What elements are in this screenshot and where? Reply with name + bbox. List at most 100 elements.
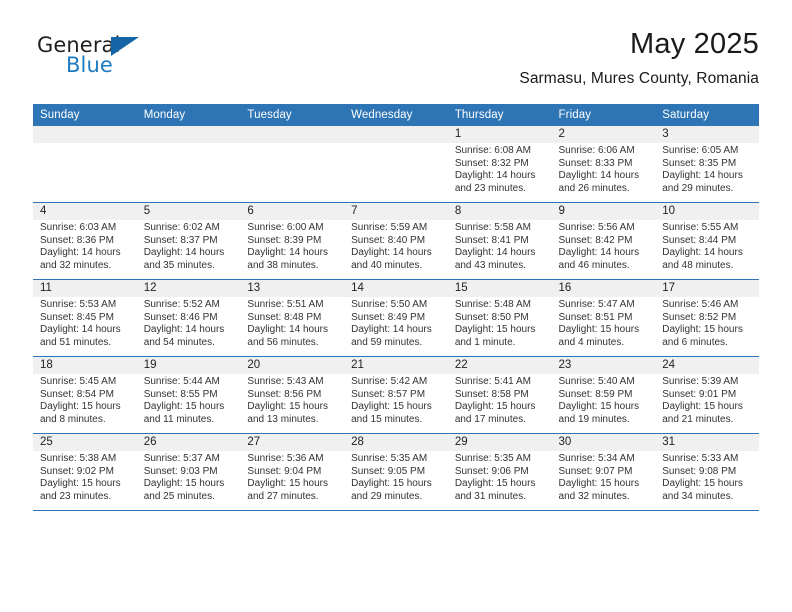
calendar-day-cell-empty	[136, 126, 241, 203]
calendar-grid: Sunday Monday Tuesday Wednesday Thursday…	[33, 104, 759, 511]
calendar-day-cell[interactable]: 28 Sunrise: 5:35 AM Sunset: 9:05 PM Dayligh…	[344, 433, 448, 511]
day-cell-inner: 3 Sunrise: 6:05 AM Sunset: 8:35 PM Daylight…	[655, 126, 759, 202]
calendar-day-cell[interactable]: 9 Sunrise: 5:56 AM Sunset: 8:42 PM Daylight…	[551, 202, 656, 280]
sunset-text: Sunset: 8:58 PM	[454, 388, 529, 400]
sunset-text: Sunset: 8:55 PM	[143, 388, 218, 400]
calendar-day-cell[interactable]: 26 Sunrise: 5:37 AM Sunset: 9:03 PM Dayligh…	[136, 433, 241, 511]
calendar-day-cell[interactable]: 27 Sunrise: 5:36 AM Sunset: 9:04 PM Dayligh…	[240, 433, 345, 511]
day-details: Sunrise: 6:03 AM Sunset: 8:36 PM Daylight:…	[40, 222, 134, 272]
day-details: Sunrise: 5:40 AM Sunset: 8:59 PM Daylight:…	[559, 376, 653, 426]
day-number: 21	[351, 359, 364, 371]
page-title: May 2025	[630, 28, 759, 60]
calendar-day-cell[interactable]: 12 Sunrise: 5:52 AM Sunset: 8:46 PM Dayligh…	[136, 279, 241, 357]
day-details: Sunrise: 5:43 AM Sunset: 8:56 PM Daylight:…	[247, 376, 341, 426]
calendar-day-cell[interactable]: 23 Sunrise: 5:40 AM Sunset: 8:59 PM Dayligh…	[551, 356, 656, 434]
sunrise-text: Sunrise: 5:53 AM	[40, 299, 117, 310]
daylight-text-line2: and 19 minutes.	[558, 413, 630, 425]
day-number: 18	[40, 359, 53, 371]
sunrise-text: Sunrise: 5:47 AM	[558, 299, 635, 310]
calendar-day-cell[interactable]: 30 Sunrise: 5:34 AM Sunset: 9:07 PM Dayligh…	[551, 433, 656, 511]
sunset-text: Sunset: 9:08 PM	[662, 465, 737, 477]
day-cell-inner: 12 Sunrise: 5:52 AM Sunset: 8:46 PM Dayligh…	[136, 280, 241, 356]
day-number: 6	[247, 205, 254, 217]
sunrise-text: Sunrise: 5:42 AM	[351, 376, 428, 387]
daylight-text-line2: and 23 minutes.	[454, 182, 526, 194]
day-cell-inner: 16 Sunrise: 5:47 AM Sunset: 8:51 PM Dayligh…	[551, 280, 656, 356]
day-number: 16	[558, 282, 572, 294]
day-details: Sunrise: 6:00 AM Sunset: 8:39 PM Daylight:…	[247, 222, 341, 272]
daylight-text-line1: Daylight: 14 hours	[351, 247, 432, 259]
daylight-text-line1: Daylight: 14 hours	[351, 324, 432, 336]
sunrise-text: Sunrise: 5:52 AM	[143, 299, 220, 310]
calendar-day-cell[interactable]: 29 Sunrise: 5:35 AM Sunset: 9:06 PM Dayligh…	[447, 433, 552, 511]
weekday-header-wednesday: Wednesday	[344, 104, 448, 126]
generalblue-logo[interactable]: General Blue	[37, 33, 217, 85]
calendar-day-cell[interactable]: 8 Sunrise: 5:58 AM Sunset: 8:41 PM Daylight…	[447, 202, 552, 280]
day-details: Sunrise: 5:44 AM Sunset: 8:55 PM Daylight:…	[144, 376, 238, 426]
day-number: 30	[558, 436, 572, 448]
sunset-text: Sunset: 8:41 PM	[454, 234, 529, 246]
calendar-day-cell[interactable]: 16 Sunrise: 5:47 AM Sunset: 8:51 PM Dayligh…	[551, 279, 656, 357]
calendar-day-cell[interactable]: 7 Sunrise: 5:59 AM Sunset: 8:40 PM Daylight…	[344, 202, 448, 280]
day-number: 12	[143, 282, 157, 294]
calendar-day-cell[interactable]: 2 Sunrise: 6:06 AM Sunset: 8:33 PM Daylight…	[551, 126, 656, 203]
day-details: Sunrise: 5:42 AM Sunset: 8:57 PM Daylight:…	[351, 376, 445, 426]
calendar-day-cell[interactable]: 31 Sunrise: 5:33 AM Sunset: 9:08 PM Dayligh…	[655, 433, 759, 511]
calendar-day-cell[interactable]: 5 Sunrise: 6:02 AM Sunset: 8:37 PM Daylight…	[136, 202, 241, 280]
calendar-day-cell[interactable]: 6 Sunrise: 6:00 AM Sunset: 8:39 PM Daylight…	[240, 202, 345, 280]
daylight-text-line1: Daylight: 15 hours	[558, 401, 640, 413]
calendar-day-cell[interactable]: 22 Sunrise: 5:41 AM Sunset: 8:58 PM Dayligh…	[447, 356, 552, 434]
daylight-text-line1: Daylight: 15 hours	[558, 478, 640, 490]
sunrise-text: Sunrise: 5:35 AM	[454, 453, 531, 464]
daylight-text-line2: and 29 minutes.	[662, 182, 734, 194]
day-details: Sunrise: 5:50 AM Sunset: 8:49 PM Daylight:…	[351, 299, 445, 349]
calendar-day-cell[interactable]: 19 Sunrise: 5:44 AM Sunset: 8:55 PM Dayligh…	[136, 356, 241, 434]
daylight-text-line1: Daylight: 15 hours	[662, 478, 743, 490]
daylight-text-line1: Daylight: 14 hours	[454, 170, 536, 182]
calendar-day-cell[interactable]: 24 Sunrise: 5:39 AM Sunset: 9:01 PM Dayligh…	[655, 356, 759, 434]
sunset-text: Sunset: 8:35 PM	[662, 157, 737, 169]
sunset-text: Sunset: 8:46 PM	[143, 311, 218, 323]
sunset-text: Sunset: 9:01 PM	[662, 388, 737, 400]
daylight-text-line1: Daylight: 14 hours	[143, 324, 225, 336]
sunset-text: Sunset: 8:54 PM	[40, 388, 114, 400]
calendar-week-row: 4 Sunrise: 6:03 AM Sunset: 8:36 PM Daylight…	[33, 202, 759, 280]
sunrise-text: Sunrise: 6:03 AM	[40, 222, 117, 233]
calendar-day-cell[interactable]: 14 Sunrise: 5:50 AM Sunset: 8:49 PM Dayligh…	[344, 279, 448, 357]
calendar-day-cell[interactable]: 3 Sunrise: 6:05 AM Sunset: 8:35 PM Daylight…	[655, 126, 759, 203]
calendar-day-cell[interactable]: 17 Sunrise: 5:46 AM Sunset: 8:52 PM Dayligh…	[655, 279, 759, 357]
day-cell-inner: 10 Sunrise: 5:55 AM Sunset: 8:44 PM Dayligh…	[655, 203, 759, 279]
day-cell-inner: 28 Sunrise: 5:35 AM Sunset: 9:05 PM Dayligh…	[344, 434, 448, 510]
day-cell-inner: 5 Sunrise: 6:02 AM Sunset: 8:37 PM Daylight…	[136, 203, 241, 279]
page-footer-spacer	[33, 575, 759, 576]
calendar-day-cell[interactable]: 15 Sunrise: 5:48 AM Sunset: 8:50 PM Dayligh…	[447, 279, 552, 357]
day-cell-inner	[136, 126, 241, 202]
calendar-day-cell[interactable]: 13 Sunrise: 5:51 AM Sunset: 8:48 PM Dayligh…	[240, 279, 345, 357]
day-cell-inner: 4 Sunrise: 6:03 AM Sunset: 8:36 PM Daylight…	[33, 203, 137, 279]
daylight-text-line2: and 26 minutes.	[558, 182, 630, 194]
day-cell-inner: 22 Sunrise: 5:41 AM Sunset: 8:58 PM Dayligh…	[447, 357, 552, 433]
daylight-text-line1: Daylight: 14 hours	[247, 247, 329, 259]
calendar-day-cell[interactable]: 20 Sunrise: 5:43 AM Sunset: 8:56 PM Dayligh…	[240, 356, 345, 434]
daylight-text-line1: Daylight: 14 hours	[247, 324, 329, 336]
daylight-text-line2: and 35 minutes.	[143, 259, 215, 271]
sunset-text: Sunset: 8:45 PM	[40, 311, 114, 323]
calendar-day-cell[interactable]: 10 Sunrise: 5:55 AM Sunset: 8:44 PM Dayligh…	[655, 202, 759, 280]
calendar-day-cell[interactable]: 18 Sunrise: 5:45 AM Sunset: 8:54 PM Dayligh…	[33, 356, 137, 434]
calendar-day-cell-empty	[344, 126, 448, 203]
day-cell-inner: 8 Sunrise: 5:58 AM Sunset: 8:41 PM Daylight…	[447, 203, 552, 279]
sunrise-text: Sunrise: 5:41 AM	[454, 376, 531, 387]
sunrise-text: Sunrise: 5:38 AM	[40, 453, 117, 464]
calendar-day-cell[interactable]: 25 Sunrise: 5:38 AM Sunset: 9:02 PM Dayligh…	[33, 433, 137, 511]
calendar-day-cell[interactable]: 4 Sunrise: 6:03 AM Sunset: 8:36 PM Daylight…	[33, 202, 137, 280]
day-number: 23	[558, 359, 572, 371]
calendar-week-row: 25 Sunrise: 5:38 AM Sunset: 9:02 PM Dayligh…	[33, 433, 759, 511]
day-number-band	[344, 126, 448, 143]
sunset-text: Sunset: 8:50 PM	[454, 311, 529, 323]
calendar-day-cell[interactable]: 21 Sunrise: 5:42 AM Sunset: 8:57 PM Dayligh…	[344, 356, 448, 434]
day-number: 13	[247, 282, 261, 294]
calendar-day-cell[interactable]: 1 Sunrise: 6:08 AM Sunset: 8:32 PM Daylight…	[447, 126, 552, 203]
calendar-day-cell[interactable]: 11 Sunrise: 5:53 AM Sunset: 8:45 PM Dayligh…	[33, 279, 137, 357]
day-number-band	[136, 126, 241, 143]
weekday-header-sunday: Sunday	[33, 104, 137, 126]
